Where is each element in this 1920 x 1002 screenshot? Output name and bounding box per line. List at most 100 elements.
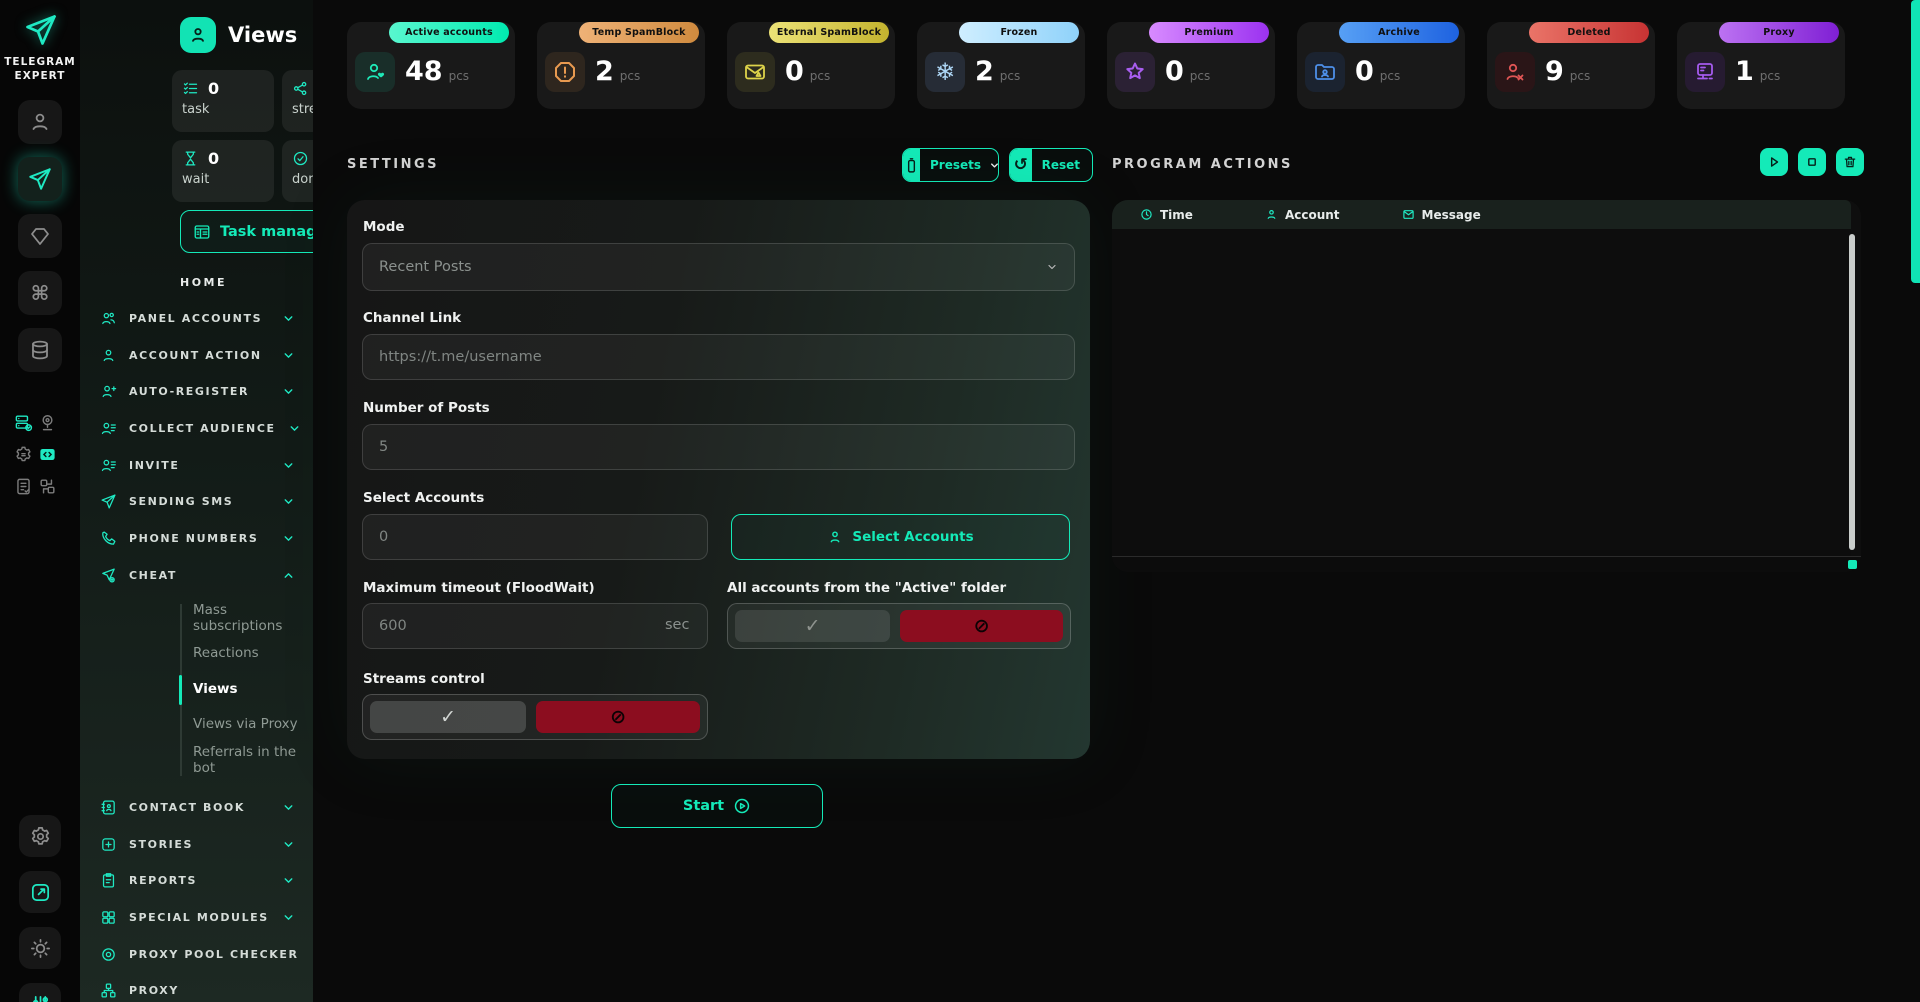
program-actions-title: PROGRAM ACTIONS [1112,157,1293,172]
sidebar-item-contact-book[interactable]: CONTACT BOOK [80,789,313,826]
rail-command-button[interactable]: ⌘ [18,271,62,315]
person-icon [1265,208,1278,221]
timeout-input[interactable] [362,603,708,649]
column-time: Time [1140,208,1193,222]
rail-accounts-button[interactable] [18,100,62,144]
reset-button[interactable]: ↺ Reset [1009,148,1093,182]
sidebar-item-cheat[interactable]: CHEAT [80,557,313,594]
page-scrollbar-thumb[interactable] [1911,0,1920,283]
sidebar-item-phone-numbers[interactable]: PHONE NUMBERS [80,520,313,557]
chevron-down-icon [282,838,295,851]
person-list-icon [100,457,117,474]
stat-wait-value: 0 [208,149,219,168]
chevron-down-icon [282,459,295,472]
sidebar-item-collect-audience[interactable]: COLLECT AUDIENCE [80,410,313,447]
card-pill: Active accounts [389,22,509,43]
sidebar-item-proxy[interactable]: PROXY [80,972,313,1002]
card-pill: Premium [1149,22,1269,43]
sidebar-item-invite[interactable]: INVITE [80,447,313,484]
chevron-down-icon [282,532,295,545]
start-button-label: Start [683,798,724,814]
envelope-icon [1402,208,1415,221]
check-circle-icon [292,150,309,167]
sidebar-item-special-modules[interactable]: SPECIAL MODULES [80,899,313,936]
sidebar-item-referrals-in-the-bot[interactable]: Referrals in the bot [80,742,313,778]
person-plus-icon [100,383,117,400]
card-deleted: Deleted 9pcs [1487,22,1655,109]
proxy-server-icon [1685,52,1725,92]
person-icon [100,347,117,364]
share-icon [292,80,309,97]
donut-icon [100,946,117,963]
start-button[interactable]: Start [611,784,823,828]
sidebar-item-home[interactable]: HOME [180,276,227,289]
rail-database-button[interactable] [18,328,62,372]
card-value: 1 [1735,52,1754,92]
card-frozen: Frozen ❄ 2pcs [917,22,1085,109]
select-accounts-button[interactable]: Select Accounts [731,514,1070,560]
paper-plane-icon [100,493,117,510]
code-window-icon[interactable] [37,444,57,464]
column-account: Account [1265,208,1340,222]
card-pill: Deleted [1529,22,1649,43]
mode-select[interactable]: Recent Posts [362,243,1075,291]
active-folder-label: All accounts from the "Active" folder [727,580,1006,596]
presets-button[interactable]: Presets [902,148,999,182]
sidebar-item-views-via-proxy[interactable]: Views via Proxy [80,707,313,743]
rail-theme-button[interactable] [19,927,61,969]
mode-select-value: Recent Posts [379,259,472,275]
rail-premium-button[interactable] [18,214,62,258]
network-icon [100,982,117,999]
chevron-down-icon [1046,261,1058,273]
stat-task-value: 0 [208,79,219,98]
toggle-off-segment[interactable]: ⊘ [900,610,1063,642]
sidebar-item-views[interactable]: Views [80,671,313,707]
server-check-icon[interactable] [13,412,33,432]
select-accounts-count-input[interactable] [362,514,708,560]
person-heart-icon [355,52,395,92]
card-pill: Frozen [959,22,1079,43]
card-archive: Archive 0pcs [1297,22,1465,109]
chevron-down-icon [282,385,295,398]
actions-play-button[interactable] [1760,148,1788,176]
toggle-off-segment[interactable]: ⊘ [536,701,700,733]
rail-telegram-button[interactable] [18,157,62,201]
program-actions-panel: Time Account Message [1112,200,1861,572]
page-scrollbar[interactable] [1911,0,1920,1002]
sidebar-item-mass-subscriptions[interactable]: Mass subscriptions [80,600,313,636]
kanban-icon [193,223,211,241]
file-check-icon[interactable] [13,476,33,496]
actions-scrollbar[interactable] [1849,234,1855,550]
select-accounts-label: Select Accounts [363,490,484,506]
sidebar-item-panel-accounts[interactable]: PANEL ACCOUNTS [80,300,313,337]
mail-warning-icon [735,52,775,92]
toggle-on-segment[interactable]: ✓ [370,701,526,733]
sidebar-item-reports[interactable]: REPORTS [80,862,313,899]
actions-clear-button[interactable] [1836,148,1864,176]
task-manager-button[interactable]: Task manager 0 [180,210,313,253]
number-of-posts-label: Number of Posts [363,400,490,416]
sidebar-item-stories[interactable]: STORIES [80,826,313,863]
rail-external-link-button[interactable] [19,871,61,913]
rail-sliders-button[interactable] [19,983,61,1002]
card-value: 0 [1165,52,1184,92]
sidebar-item-sending-sms[interactable]: SENDING SMS [80,483,313,520]
card-eternal-spamblock: Eternal SpamBlock 0pcs [727,22,895,109]
sidebar-item-account-action[interactable]: ACCOUNT ACTION [80,337,313,374]
channel-link-input[interactable] [362,334,1075,380]
card-proxy: Proxy 1pcs [1677,22,1845,109]
actions-stop-button[interactable] [1798,148,1826,176]
sidebar-item-reactions[interactable]: Reactions [80,636,313,672]
channel-link-label: Channel Link [363,310,461,326]
play-circle-icon [733,797,751,815]
number-of-posts-input[interactable] [362,424,1075,470]
gear-settings-icon[interactable] [13,444,33,464]
resize-handle[interactable] [1848,560,1857,569]
hourglass-icon [182,150,199,167]
sidebar-item-auto-register[interactable]: AUTO-REGISTER [80,373,313,410]
toggle-on-segment[interactable]: ✓ [735,610,890,642]
webcam-icon[interactable] [37,412,57,432]
swap-modules-icon[interactable] [37,476,57,496]
rail-settings-button[interactable] [19,815,61,857]
sidebar-item-proxy-pool-checker[interactable]: PROXY POOL CHECKER [80,936,313,973]
